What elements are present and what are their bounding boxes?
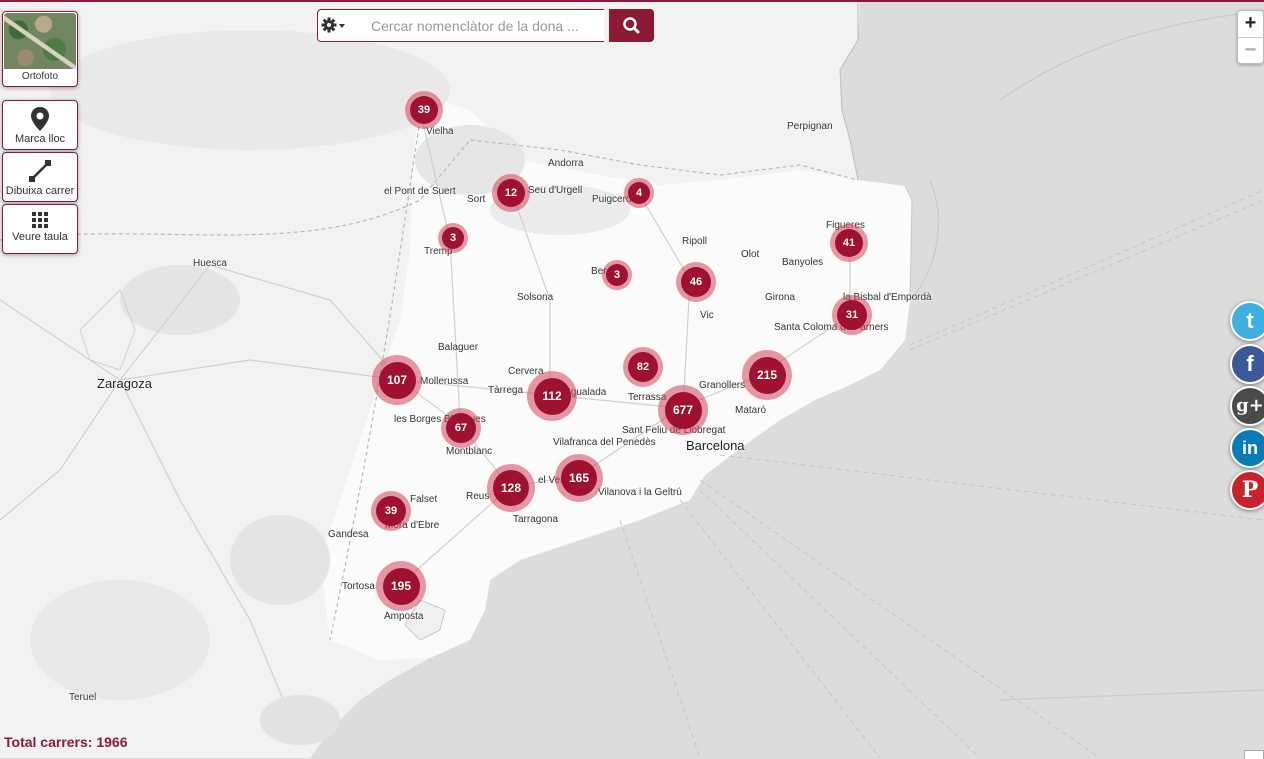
cluster-marker[interactable]: 3 bbox=[438, 223, 468, 253]
cluster-count: 31 bbox=[837, 300, 867, 330]
cluster-marker[interactable]: 107 bbox=[372, 355, 422, 405]
place-label: Santa Coloma de Farners bbox=[774, 322, 889, 333]
dibuixa-carrer-label: Dibuixa carrer bbox=[5, 185, 75, 197]
place-label: Tortosa bbox=[342, 581, 375, 592]
cluster-marker[interactable]: 82 bbox=[623, 347, 663, 387]
place-label: Mataró bbox=[735, 405, 767, 416]
twitter-icon[interactable]: t bbox=[1230, 301, 1264, 341]
grid-icon bbox=[32, 212, 48, 228]
place-label: Amposta bbox=[384, 611, 424, 622]
cluster-marker[interactable]: 31 bbox=[832, 295, 872, 335]
cluster-marker[interactable]: 677 bbox=[658, 385, 708, 435]
place-label: Tarragona bbox=[513, 514, 559, 525]
cluster-count: 165 bbox=[561, 460, 597, 496]
place-label: Perpignan bbox=[787, 121, 833, 132]
place-label: Balaguer bbox=[438, 342, 479, 353]
cluster-count: 677 bbox=[664, 391, 702, 429]
cluster-marker[interactable]: 12 bbox=[492, 174, 530, 212]
place-label: Reus bbox=[466, 491, 490, 502]
cluster-count: 39 bbox=[376, 496, 406, 526]
place-label: Andorra bbox=[548, 158, 584, 169]
top-accent-line bbox=[0, 0, 1264, 2]
place-label: Granollers bbox=[699, 380, 746, 391]
cluster-count: 107 bbox=[378, 361, 416, 399]
cluster-marker[interactable]: 112 bbox=[527, 371, 577, 421]
google-plus-icon[interactable]: g+ bbox=[1230, 386, 1264, 426]
cluster-count: 3 bbox=[606, 264, 628, 286]
place-label: Vilafranca del Penedès bbox=[553, 437, 656, 448]
cluster-count: 67 bbox=[446, 413, 476, 443]
place-label: Seu d'Urgell bbox=[528, 185, 583, 196]
cluster-marker[interactable]: 4 bbox=[624, 178, 654, 208]
dibuixa-carrer-button[interactable]: Dibuixa carrer bbox=[2, 152, 78, 202]
cluster-count: 128 bbox=[493, 470, 529, 506]
zoom-control: + − bbox=[1237, 10, 1264, 64]
place-label: Teruel bbox=[69, 692, 97, 703]
ortofoto-thumbnail bbox=[4, 13, 76, 69]
cluster-marker[interactable]: 39 bbox=[405, 91, 443, 129]
cluster-count: 215 bbox=[748, 356, 786, 394]
place-label: Huesca bbox=[193, 258, 227, 269]
cluster-marker[interactable]: 41 bbox=[830, 224, 868, 262]
cluster-marker[interactable]: 67 bbox=[441, 408, 481, 448]
place-label: Zaragoza bbox=[97, 376, 152, 391]
cluster-marker[interactable]: 165 bbox=[555, 454, 603, 502]
zoom-out-button[interactable]: − bbox=[1238, 37, 1263, 64]
place-label: Falset bbox=[410, 494, 438, 505]
cluster-marker[interactable]: 46 bbox=[676, 262, 716, 302]
veure-taula-button[interactable]: Veure taula bbox=[2, 204, 78, 254]
marca-lloc-button[interactable]: Marca lloc bbox=[2, 100, 78, 150]
caret-down-icon bbox=[339, 24, 345, 28]
cluster-marker[interactable]: 3 bbox=[602, 260, 632, 290]
place-label: Sort bbox=[467, 194, 486, 205]
cluster-count: 112 bbox=[533, 377, 571, 415]
place-label: Tàrrega bbox=[488, 385, 524, 396]
ortofoto-button[interactable]: Ortofoto bbox=[2, 11, 78, 87]
search-settings-button[interactable] bbox=[317, 9, 369, 42]
place-label: Montblanc bbox=[446, 446, 493, 457]
cluster-count: 195 bbox=[382, 567, 420, 605]
place-label: Banyoles bbox=[782, 257, 824, 268]
place-label: Girona bbox=[765, 292, 796, 303]
cluster-count: 46 bbox=[681, 267, 711, 297]
cluster-count: 4 bbox=[628, 182, 650, 204]
search-button[interactable] bbox=[609, 9, 654, 42]
zoom-in-button[interactable]: + bbox=[1238, 11, 1263, 37]
place-label: Barcelona bbox=[686, 438, 745, 453]
place-label: el Pont de Suert bbox=[384, 186, 456, 197]
place-label: Solsona bbox=[517, 292, 554, 303]
veure-taula-label: Veure taula bbox=[12, 231, 68, 243]
cluster-marker[interactable]: 128 bbox=[487, 464, 535, 512]
cluster-count: 41 bbox=[835, 229, 863, 257]
cluster-marker[interactable]: 195 bbox=[376, 561, 426, 611]
cluster-marker[interactable]: 215 bbox=[742, 350, 792, 400]
pinterest-icon[interactable]: P bbox=[1230, 470, 1264, 510]
map-marker-icon bbox=[31, 107, 49, 131]
cluster-count: 12 bbox=[497, 179, 525, 207]
total-streets-count: Total carrers: 1966 bbox=[4, 734, 128, 750]
cluster-count: 39 bbox=[410, 96, 438, 124]
place-label: Vic bbox=[700, 310, 714, 321]
place-label: Gandesa bbox=[328, 529, 369, 540]
marca-lloc-label: Marca lloc bbox=[14, 133, 66, 145]
place-label: Vilanova i la Geltrú bbox=[598, 487, 682, 498]
cluster-marker[interactable]: 39 bbox=[371, 491, 411, 531]
facebook-icon[interactable]: f bbox=[1230, 344, 1264, 384]
search-bar bbox=[317, 9, 654, 42]
ortofoto-label: Ortofoto bbox=[21, 71, 59, 82]
place-label: Ripoll bbox=[682, 236, 708, 247]
line-draw-icon bbox=[29, 160, 51, 182]
place-label: Olot bbox=[741, 249, 760, 260]
linkedin-icon[interactable]: in bbox=[1230, 428, 1264, 468]
cluster-count: 82 bbox=[628, 352, 658, 382]
search-icon bbox=[623, 17, 640, 34]
place-label: Mollerussa bbox=[420, 376, 469, 387]
gear-icon bbox=[321, 17, 345, 33]
cluster-count: 3 bbox=[442, 227, 464, 249]
search-input[interactable] bbox=[368, 9, 604, 42]
